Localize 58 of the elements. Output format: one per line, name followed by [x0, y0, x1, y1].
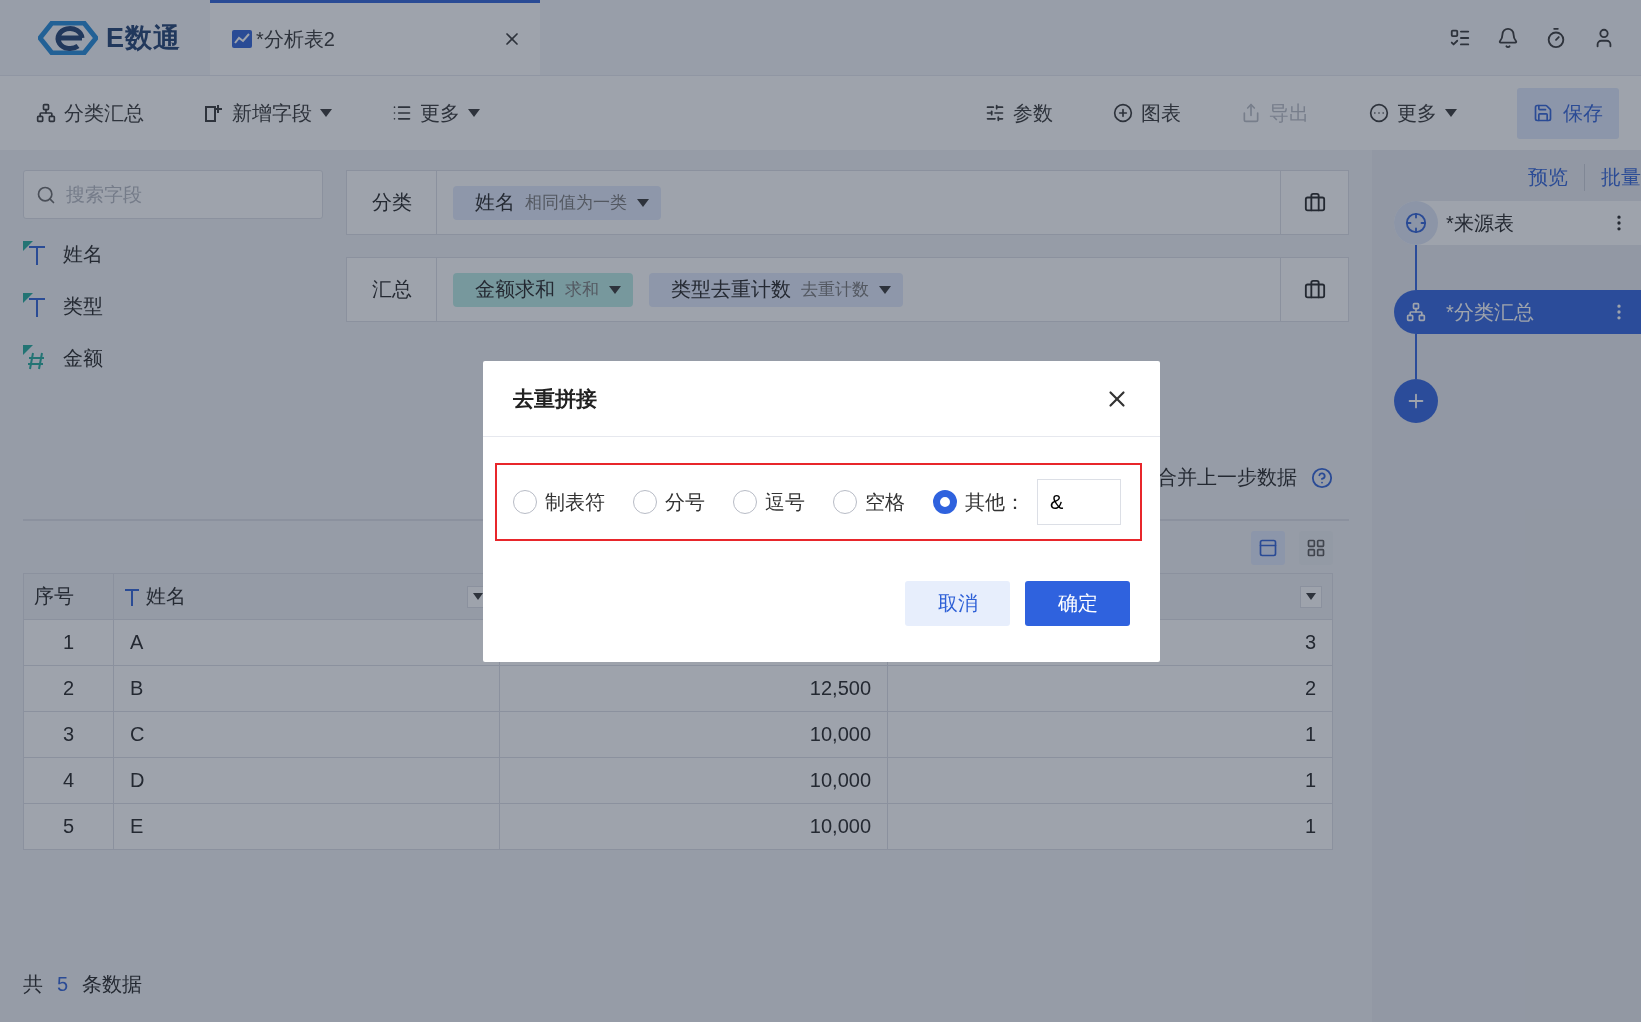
table-cell: 2	[888, 666, 1333, 712]
flow-node[interactable]: *分类汇总	[1394, 290, 1641, 334]
table-cell: 10,000	[500, 804, 888, 850]
table-cell: 1	[888, 804, 1333, 850]
config-label: 分类	[347, 171, 437, 234]
file-tab[interactable]: *分析表2	[210, 0, 540, 75]
table-cell: 2	[24, 666, 114, 712]
radio-option[interactable]: 空格	[833, 488, 905, 516]
field-chip[interactable]: 金额求和 求和	[453, 272, 633, 307]
toolbar-button[interactable]: 分类汇总	[36, 99, 144, 127]
logo-text: E数通	[106, 21, 181, 55]
toolbar-button[interactable]: 更多	[1369, 99, 1457, 127]
field-name[interactable]: 类型	[63, 292, 103, 320]
chip-mode: 相同值为一类	[525, 192, 627, 214]
separator-input[interactable]: &	[1037, 479, 1121, 525]
cancel-button[interactable]: 取消	[905, 581, 1010, 626]
panel-link[interactable]: 批量	[1584, 164, 1641, 191]
toolbar-button[interactable]: 新增字段	[204, 99, 332, 127]
table-cell: 1	[888, 712, 1333, 758]
table-cell: 1	[24, 620, 114, 666]
field-name[interactable]: 姓名	[63, 240, 103, 268]
table-cell: 12,500	[500, 666, 888, 712]
merge-label: 合并上一步数据	[1157, 465, 1297, 490]
table-cell: 3	[24, 712, 114, 758]
table-cell: 1	[888, 758, 1333, 804]
table-cell: E	[114, 804, 500, 850]
confirm-button[interactable]: 确定	[1025, 581, 1130, 626]
dialog-title: 去重拼接	[513, 385, 597, 412]
radio-option[interactable]: 分号	[633, 488, 705, 516]
panel-link[interactable]: 预览	[1512, 164, 1568, 191]
table-cell: D	[114, 758, 500, 804]
table-cell: 5	[24, 804, 114, 850]
flow-node[interactable]: *来源表	[1394, 201, 1641, 245]
chip-label: 金额求和	[475, 277, 555, 302]
field-chip[interactable]: 类型去重计数 去重计数	[649, 272, 903, 307]
save-button[interactable]: 保存	[1517, 87, 1619, 139]
toolbar-button[interactable]: 更多	[392, 99, 480, 127]
table-cell: C	[114, 712, 500, 758]
config-label: 汇总	[347, 258, 437, 321]
field-chip[interactable]: 姓名 相同值为一类	[453, 185, 661, 220]
table-cell: 4	[24, 758, 114, 804]
total-count: 5	[57, 973, 69, 996]
chip-mode: 求和	[565, 279, 599, 301]
column-header: 序号	[24, 574, 114, 620]
table-cell: 10,000	[500, 758, 888, 804]
toolbar-button[interactable]: 图表	[1113, 99, 1181, 127]
table-cell: 10,000	[500, 712, 888, 758]
radio-option[interactable]: 制表符	[513, 488, 605, 516]
chip-mode: 去重计数	[801, 279, 869, 301]
toolbar-button[interactable]: 参数	[985, 99, 1053, 127]
chip-label: 姓名	[475, 190, 515, 215]
chip-label: 类型去重计数	[671, 277, 791, 302]
radio-option[interactable]: 逗号	[733, 488, 805, 516]
total-suffix: 条数据	[82, 972, 143, 997]
table-cell: B	[114, 666, 500, 712]
radio-option[interactable]: 其他：	[933, 488, 1025, 516]
field-name[interactable]: 金额	[63, 344, 103, 372]
total-prefix: 共	[23, 972, 43, 997]
